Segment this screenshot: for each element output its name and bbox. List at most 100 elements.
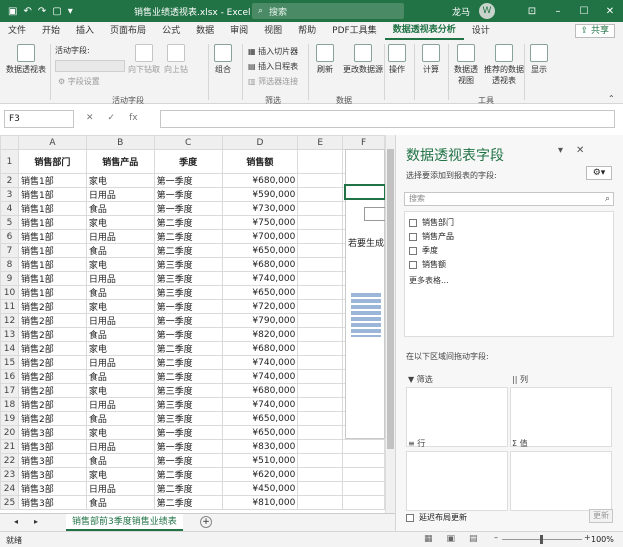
cell[interactable]: 第一季度: [153, 187, 223, 202]
cell[interactable]: 销售2部: [17, 341, 87, 356]
active-field-input[interactable]: [55, 60, 125, 72]
cell[interactable]: ¥650,000: [221, 411, 299, 426]
cell[interactable]: 第三季度: [153, 285, 223, 300]
undo-icon[interactable]: ↶: [23, 6, 31, 17]
cell[interactable]: ¥720,000: [221, 299, 299, 314]
cell[interactable]: 日用品: [85, 439, 155, 454]
cell[interactable]: 第二季度: [153, 495, 223, 510]
cell[interactable]: 日用品: [85, 397, 155, 412]
page-break-icon[interactable]: ▤: [469, 534, 478, 544]
row-header[interactable]: 15: [0, 355, 19, 370]
cell[interactable]: 第三季度: [153, 397, 223, 412]
change-source-button[interactable]: 更改数据源: [343, 44, 383, 75]
pane-settings-button[interactable]: ⚙▾: [586, 166, 612, 180]
cell[interactable]: [297, 187, 344, 202]
cell[interactable]: [297, 369, 344, 384]
cell[interactable]: 销售1部: [17, 215, 87, 230]
cell[interactable]: 食品: [85, 453, 155, 468]
cell[interactable]: 销售1部: [17, 257, 87, 272]
cell[interactable]: 日用品: [85, 355, 155, 370]
cell[interactable]: 第一季度: [153, 327, 223, 342]
cell[interactable]: [342, 481, 385, 496]
cell[interactable]: 销售2部: [17, 299, 87, 314]
zoom-out-icon[interactable]: –: [494, 533, 498, 542]
cell[interactable]: 食品: [85, 327, 155, 342]
cell[interactable]: 销售部门: [17, 149, 87, 174]
tab-11[interactable]: 设计: [464, 22, 498, 40]
cell[interactable]: 日用品: [85, 187, 155, 202]
customize-qat-icon[interactable]: ▾: [68, 6, 73, 17]
cell[interactable]: ¥740,000: [221, 369, 299, 384]
cell[interactable]: 销售1部: [17, 243, 87, 258]
cell[interactable]: ¥650,000: [221, 285, 299, 300]
cell[interactable]: [297, 173, 344, 188]
page-layout-icon[interactable]: ▣: [447, 534, 456, 544]
cell[interactable]: 销售额: [221, 149, 299, 174]
cell[interactable]: 第二季度: [153, 355, 223, 370]
search-input[interactable]: ⌕ 搜索: [252, 3, 404, 19]
cell[interactable]: 销售2部: [17, 327, 87, 342]
pivot-chart-button[interactable]: 数据透视图: [452, 44, 480, 86]
field-item[interactable]: 季度: [409, 245, 438, 256]
cell[interactable]: [297, 313, 344, 328]
cell[interactable]: 销售1部: [17, 173, 87, 188]
cell[interactable]: 第二季度: [153, 229, 223, 244]
tab-0[interactable]: 文件: [0, 22, 34, 40]
cell[interactable]: [297, 201, 344, 216]
cell[interactable]: 第三季度: [153, 271, 223, 286]
cell[interactable]: [342, 467, 385, 482]
refresh-button[interactable]: 刷新: [316, 44, 334, 75]
field-checkbox[interactable]: [409, 218, 417, 227]
cell[interactable]: 日用品: [85, 271, 155, 286]
cell[interactable]: ¥740,000: [221, 397, 299, 412]
row-header[interactable]: 8: [0, 257, 19, 272]
cell[interactable]: 销售2部: [17, 383, 87, 398]
field-checkbox[interactable]: [409, 246, 417, 255]
select-all-corner[interactable]: [0, 135, 19, 150]
maximize-icon[interactable]: ☐: [571, 0, 597, 22]
zoom-knob[interactable]: [540, 535, 543, 544]
name-box[interactable]: F3: [4, 110, 74, 128]
cell[interactable]: ¥620,000: [221, 467, 299, 482]
cell[interactable]: ¥680,000: [221, 341, 299, 356]
cell[interactable]: [297, 215, 344, 230]
column-header[interactable]: A: [17, 135, 87, 150]
cell[interactable]: 第一季度: [153, 201, 223, 216]
row-header[interactable]: 11: [0, 299, 19, 314]
redo-icon[interactable]: ↷: [38, 6, 46, 17]
scroll-left-icon[interactable]: ◂: [14, 517, 18, 526]
cell[interactable]: 食品: [85, 285, 155, 300]
cell[interactable]: 第三季度: [153, 257, 223, 272]
cell[interactable]: 销售1部: [17, 271, 87, 286]
worksheet-grid[interactable]: ABCDEF 1 销售部门 销售产品 季度 销售额 2 销售1部 家电 第一季度 ¥680,000…: [0, 135, 385, 513]
scroll-right-icon[interactable]: ▸: [34, 517, 38, 526]
row-header[interactable]: 12: [0, 313, 19, 328]
cell[interactable]: 销售3部: [17, 453, 87, 468]
zoom-in-icon[interactable]: +: [584, 533, 591, 542]
column-header[interactable]: C: [153, 135, 223, 150]
cell[interactable]: 第一季度: [153, 313, 223, 328]
cell[interactable]: 销售2部: [17, 369, 87, 384]
normal-view-icon[interactable]: ▦: [424, 534, 433, 544]
cell[interactable]: 销售3部: [17, 467, 87, 482]
cell[interactable]: 第一季度: [153, 299, 223, 314]
field-search-input[interactable]: 搜索 ⌕: [404, 192, 614, 206]
row-header[interactable]: 20: [0, 425, 19, 440]
pane-options-icon[interactable]: ▾: [558, 145, 563, 156]
cell[interactable]: [297, 467, 344, 482]
cell[interactable]: [297, 271, 344, 286]
scroll-thumb[interactable]: [387, 149, 394, 449]
tab-9[interactable]: PDF工具集: [324, 22, 385, 40]
avatar[interactable]: W: [479, 3, 495, 19]
cell[interactable]: 销售3部: [17, 425, 87, 440]
drill-up-button[interactable]: 向上钻: [164, 44, 188, 75]
cell[interactable]: [297, 149, 344, 174]
pane-close-icon[interactable]: ✕: [576, 145, 584, 156]
cell[interactable]: ¥790,000: [221, 313, 299, 328]
share-button[interactable]: ⇪ 共享: [574, 24, 615, 38]
cell[interactable]: ¥830,000: [221, 439, 299, 454]
sheet-tab[interactable]: 销售部前3季度销售业绩表: [66, 514, 183, 531]
cell[interactable]: 家电: [85, 425, 155, 440]
cell[interactable]: 销售2部: [17, 355, 87, 370]
cell[interactable]: ¥750,000: [221, 215, 299, 230]
